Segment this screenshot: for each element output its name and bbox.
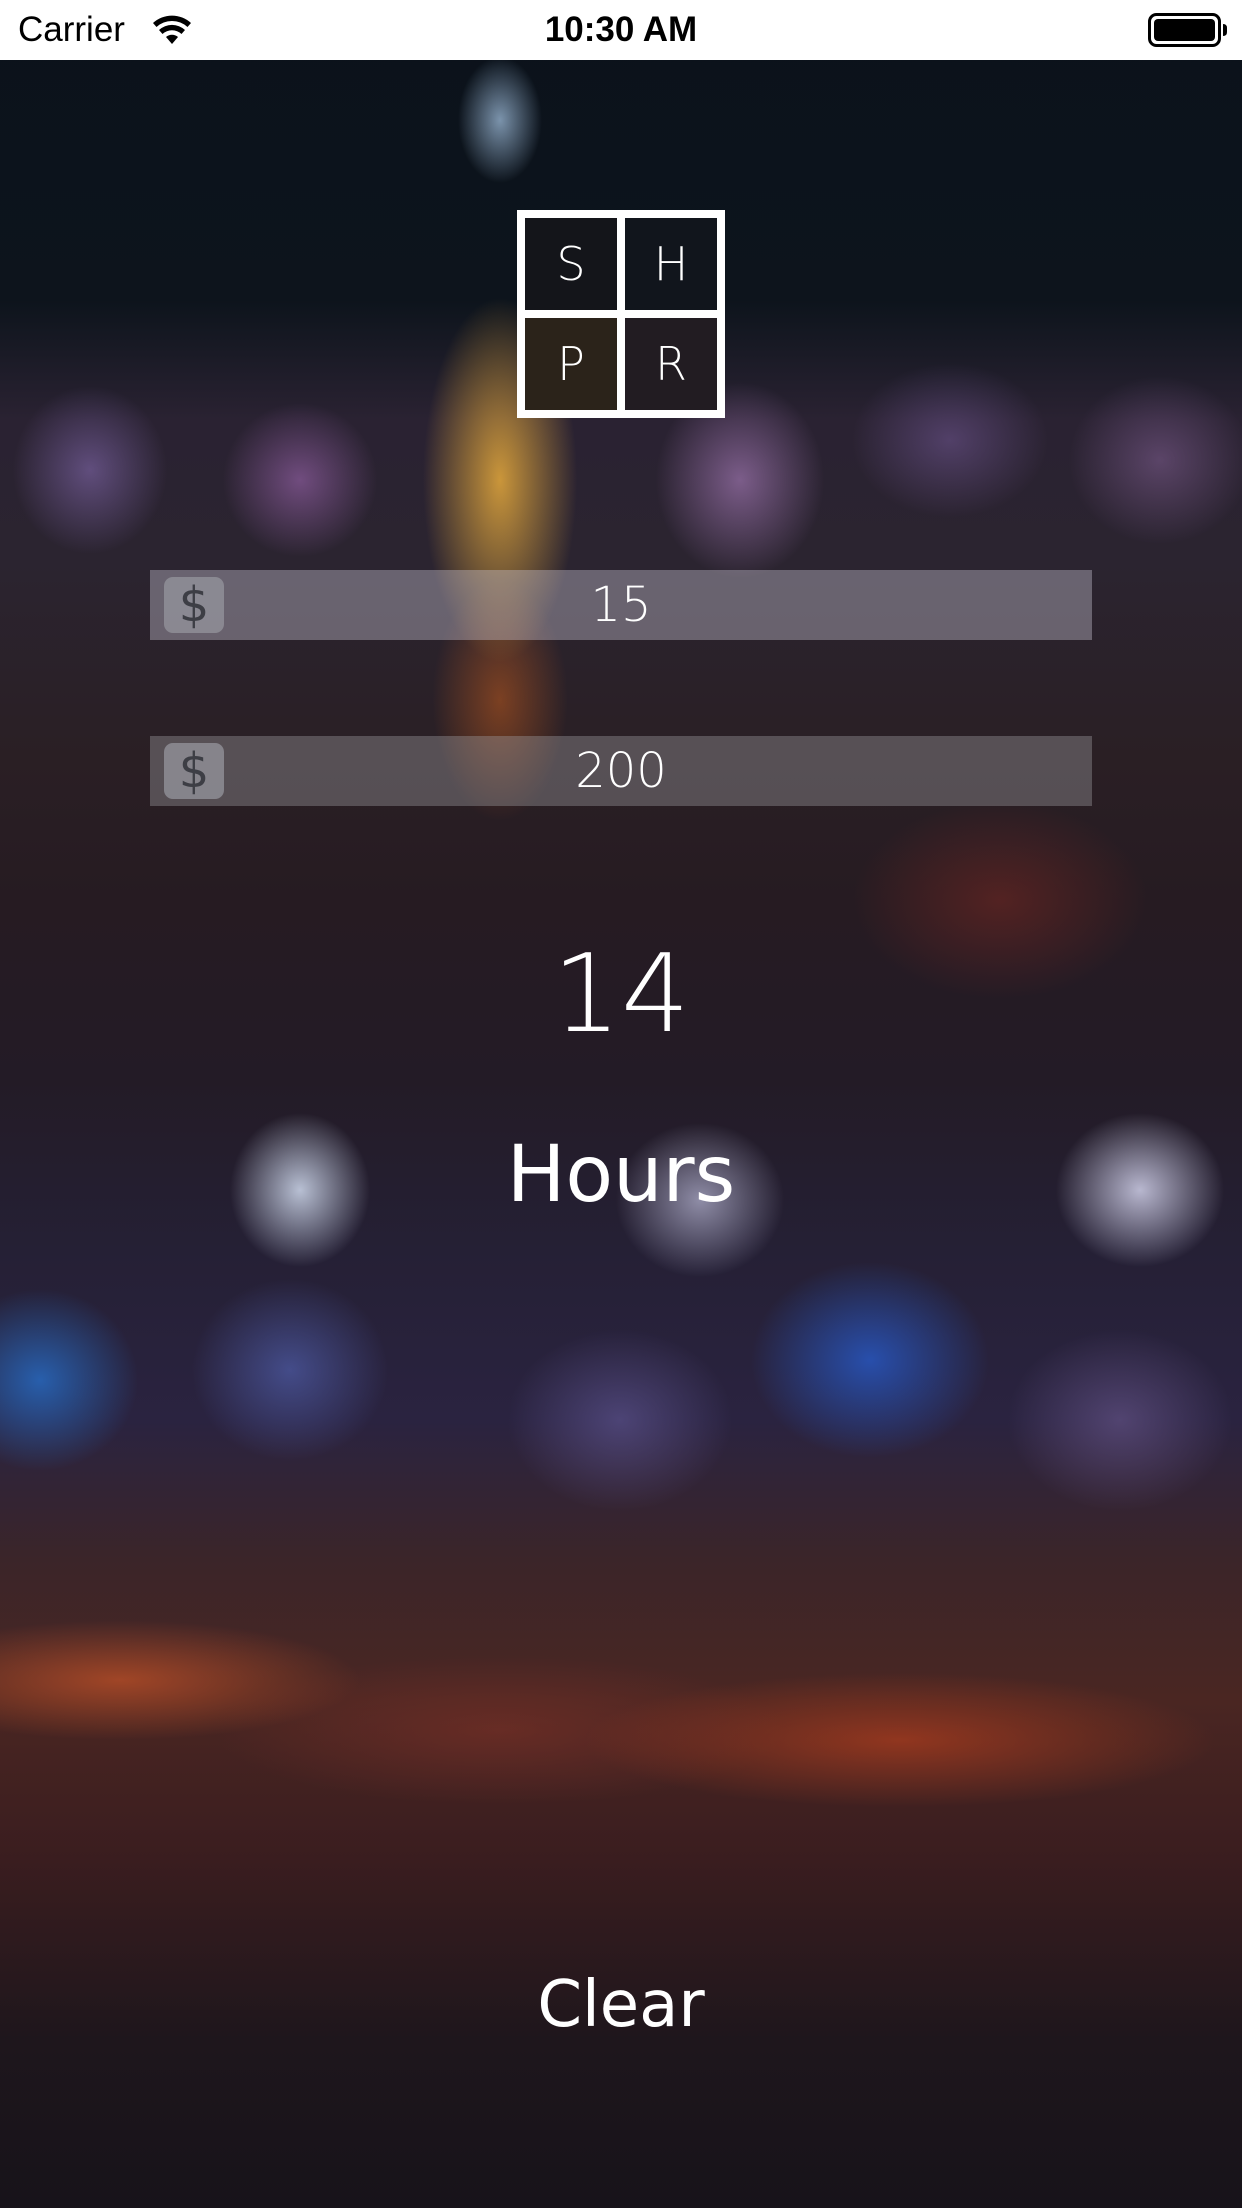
logo-letter-p: P — [525, 318, 617, 410]
result-unit-label: Hours — [506, 1130, 736, 1220]
hourly-rate-value[interactable]: 15 — [150, 570, 1092, 640]
clear-button[interactable]: Clear — [490, 1955, 752, 2055]
result-value: 14 — [552, 932, 690, 1057]
status-bar: Carrier 10:30 AM — [0, 0, 1242, 60]
hourly-rate-field[interactable]: $ 15 — [150, 570, 1092, 640]
clock-time: 10:30 AM — [544, 10, 698, 49]
item-price-value[interactable]: 200 — [150, 736, 1092, 806]
app-screen: Carrier 10:30 AM S H P R $ 15 $ 200 14 H… — [0, 0, 1242, 2208]
logo-letter-h: H — [625, 218, 717, 310]
logo-letter-s: S — [525, 218, 617, 310]
logo-letter-r: R — [625, 318, 717, 410]
item-price-field[interactable]: $ 200 — [150, 736, 1092, 806]
battery-icon — [1148, 13, 1227, 47]
app-logo: S H P R — [517, 210, 725, 418]
